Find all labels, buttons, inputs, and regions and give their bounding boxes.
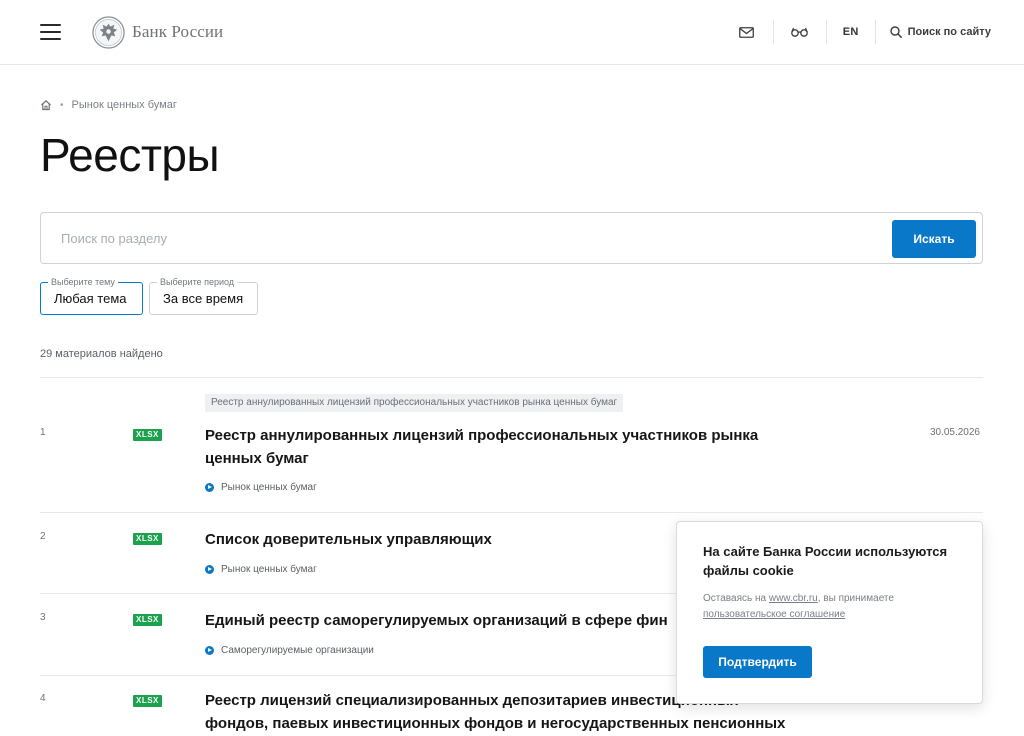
format-badge: XLSX: [133, 533, 162, 545]
header-divider: [874, 20, 876, 44]
header-divider: [825, 20, 827, 44]
item-number: 3: [40, 612, 46, 623]
item-category-label: Саморегулируемые организации: [221, 645, 374, 656]
item-number: 1: [40, 427, 46, 438]
cookie-title: На сайте Банка России используются файлы…: [703, 544, 948, 578]
logo-text: Банк России: [132, 22, 224, 41]
confirm-cookie-button[interactable]: Подтвердить: [703, 646, 812, 678]
site-search-button[interactable]: Поиск по сайту: [882, 26, 991, 38]
item-date: 30.05.2026: [929, 427, 980, 438]
cookie-text: Оставаясь на www.cbr.ru, вы принимаете п…: [703, 591, 965, 623]
site-search-label: Поиск по сайту: [907, 26, 991, 38]
item-category-label: Рынок ценных бумаг: [221, 564, 317, 575]
filter-value: За все время: [163, 291, 244, 306]
language-switch[interactable]: EN: [833, 26, 869, 38]
item-title[interactable]: Реестр аннулированных лицензий профессио…: [205, 424, 795, 470]
arrow-circle-icon: [205, 565, 214, 574]
item-title[interactable]: Список доверительных управляющих: [205, 528, 492, 551]
section-search: Искать: [40, 212, 983, 264]
site-header: Банк России EN Поиск по сайту: [0, 0, 1024, 65]
item-category-label: Рынок ценных бумаг: [221, 482, 317, 493]
page-title: Реестры: [40, 129, 220, 181]
item-category[interactable]: Рынок ценных бумаг: [205, 482, 317, 493]
item-category[interactable]: Рынок ценных бумаг: [205, 564, 317, 575]
header-actions: EN Поиск по сайту: [727, 18, 991, 46]
mail-button[interactable]: [727, 18, 767, 46]
arrow-circle-icon: [205, 483, 214, 492]
bank-emblem-icon: [92, 15, 125, 49]
list-item: Реестр аннулированных лицензий профессио…: [40, 377, 983, 512]
header-divider: [772, 20, 774, 44]
cookie-text-part: , вы принимаете: [817, 593, 894, 604]
format-badge: XLSX: [133, 614, 162, 626]
results-count: 29 материалов найдено: [40, 348, 163, 360]
cookie-banner: На сайте Банка России используются файлы…: [676, 521, 983, 704]
user-agreement-link[interactable]: пользовательское соглашение: [703, 609, 845, 620]
menu-icon[interactable]: [40, 24, 61, 40]
logo[interactable]: Банк России: [92, 15, 223, 49]
item-tag[interactable]: Реестр аннулированных лицензий профессио…: [205, 394, 624, 412]
arrow-circle-icon: [205, 646, 214, 655]
topic-filter[interactable]: Выберите тему Любая тема: [40, 277, 143, 315]
item-category[interactable]: Саморегулируемые организации: [205, 645, 374, 656]
breadcrumb: • Рынок ценных бумаг: [40, 98, 177, 112]
cookie-text-part: Оставаясь на: [703, 593, 769, 604]
mail-icon: [739, 26, 755, 38]
format-badge: XLSX: [133, 429, 162, 441]
breadcrumb-item[interactable]: Рынок ценных бумаг: [72, 99, 177, 111]
filter-legend: Выберите тему: [48, 277, 118, 287]
accessibility-button[interactable]: [780, 18, 820, 46]
search-input[interactable]: [61, 227, 881, 249]
glasses-icon: [791, 27, 809, 37]
home-icon[interactable]: [40, 99, 52, 111]
filter-value: Любая тема: [54, 291, 127, 306]
item-number: 4: [40, 693, 46, 704]
period-filter[interactable]: Выберите период За все время: [149, 277, 258, 315]
search-icon: [889, 26, 902, 38]
breadcrumb-separator: •: [60, 99, 64, 111]
filter-legend: Выберите период: [157, 277, 238, 287]
format-badge: XLSX: [133, 695, 162, 707]
item-title[interactable]: Единый реестр саморегулируемых организац…: [205, 609, 668, 632]
search-button[interactable]: Искать: [892, 220, 976, 258]
item-number: 2: [40, 531, 46, 542]
site-link[interactable]: www.cbr.ru: [769, 593, 818, 604]
